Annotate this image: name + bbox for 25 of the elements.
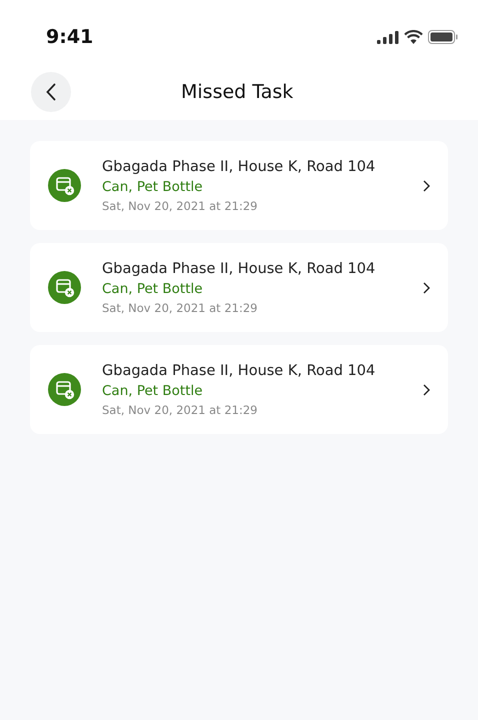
task-items: Can, Pet Bottle xyxy=(102,178,204,194)
chevron-right-icon xyxy=(423,180,430,192)
signal-icon xyxy=(377,30,399,44)
task-address: Gbagada Phase II, House K, Road 104 xyxy=(102,158,376,174)
page-title: Missed Task xyxy=(181,81,294,103)
chevron-right-icon xyxy=(423,282,430,294)
battery-icon xyxy=(428,30,458,44)
task-items: Can, Pet Bottle xyxy=(102,280,204,296)
back-button[interactable] xyxy=(31,72,71,112)
task-card[interactable]: Gbagada Phase II, House K, Road 104 Can, Pet Bottle Sat, Nov 20, 2021 at 21:29 xyxy=(30,243,448,332)
task-date: Sat, Nov 20, 2021 at 21:29 xyxy=(102,402,258,416)
calendar-cancel-icon xyxy=(48,169,81,202)
chevron-right-icon xyxy=(423,384,430,396)
task-date: Sat, Nov 20, 2021 at 21:29 xyxy=(102,300,258,314)
task-card[interactable]: Gbagada Phase II, House K, Road 104 Can, Pet Bottle Sat, Nov 20, 2021 at 21:29 xyxy=(30,345,448,434)
task-items: Can, Pet Bottle xyxy=(102,382,204,398)
wifi-icon xyxy=(404,30,423,44)
status-time: 9:41 xyxy=(46,26,94,48)
calendar-cancel-icon xyxy=(48,271,81,304)
calendar-cancel-icon xyxy=(48,373,81,406)
task-date: Sat, Nov 20, 2021 at 21:29 xyxy=(102,198,258,212)
chevron-left-icon xyxy=(46,83,56,101)
task-address: Gbagada Phase II, House K, Road 104 xyxy=(102,260,376,276)
task-address: Gbagada Phase II, House K, Road 104 xyxy=(102,362,376,378)
task-card[interactable]: Gbagada Phase II, House K, Road 104 Can, Pet Bottle Sat, Nov 20, 2021 at 21:29 xyxy=(30,141,448,230)
